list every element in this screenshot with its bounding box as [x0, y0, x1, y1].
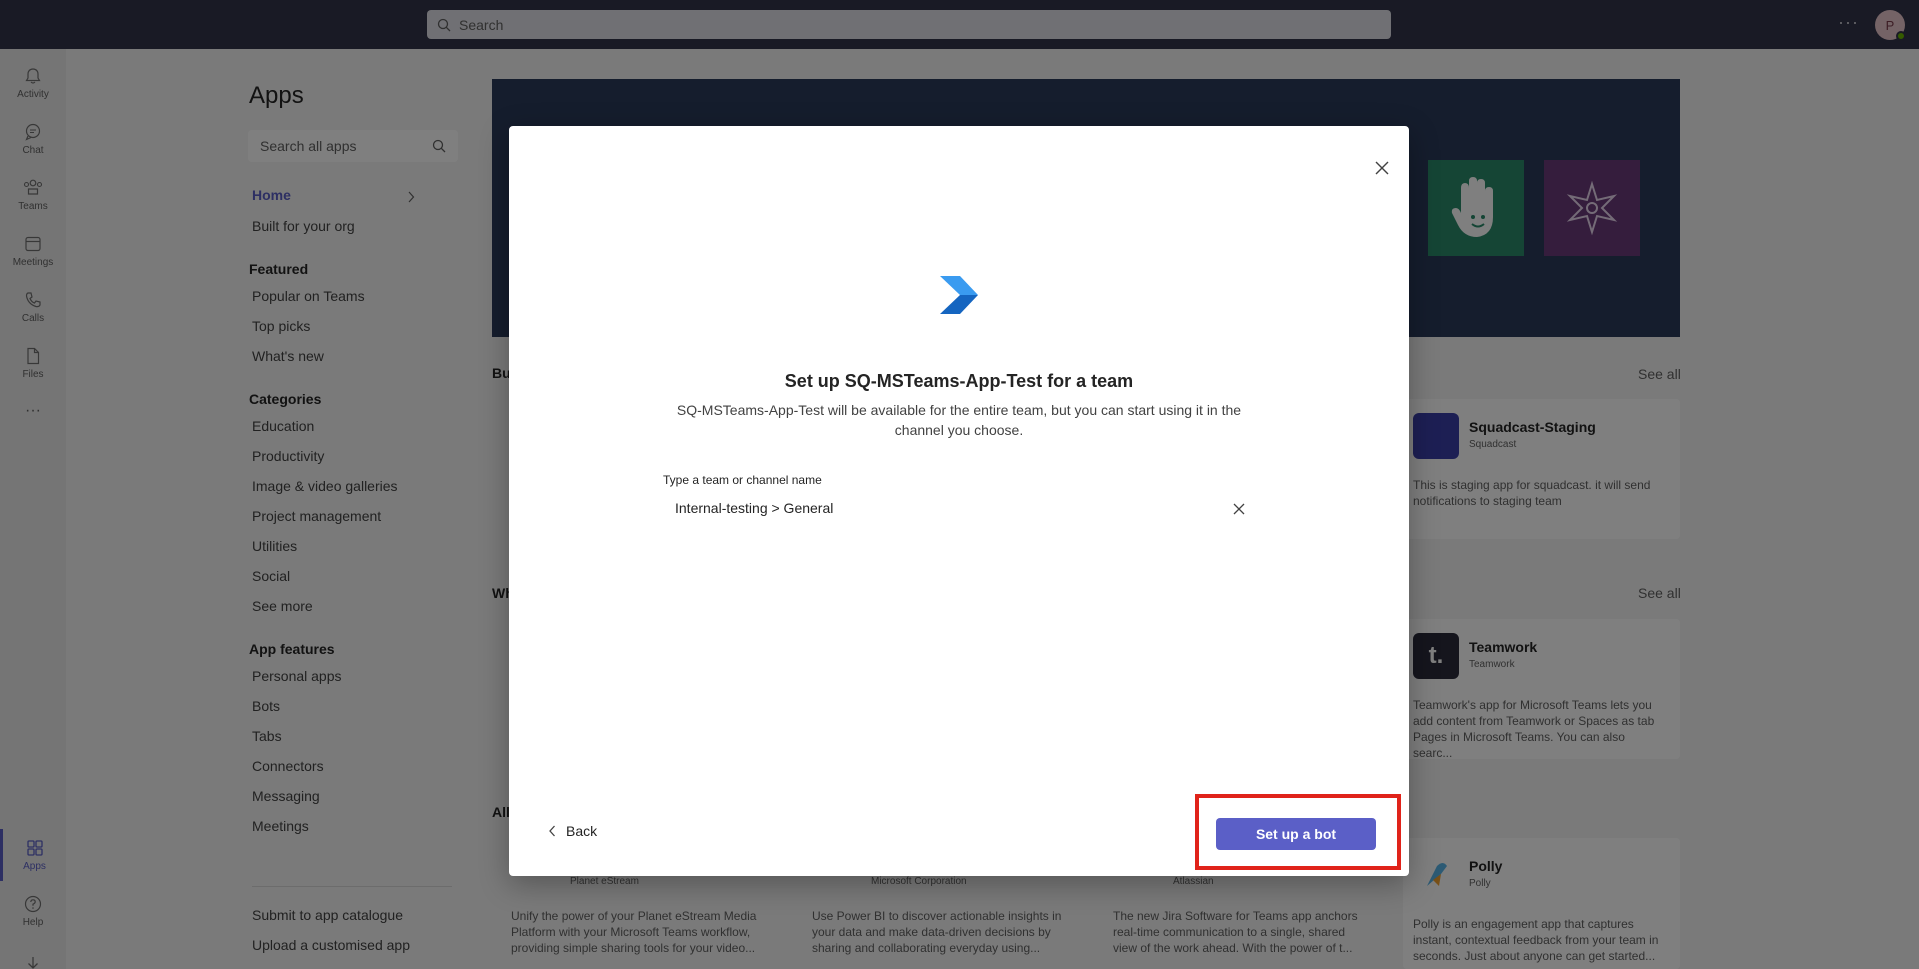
setup-dialog: Set up SQ-MSTeams-App-Test for a team SQ… [509, 126, 1409, 876]
dialog-description: SQ-MSTeams-App-Test will be available fo… [676, 402, 1242, 438]
team-channel-value: Internal-testing > General [675, 500, 834, 516]
app-logo-icon [938, 274, 980, 321]
close-button[interactable] [1369, 155, 1395, 181]
chevron-left-icon [549, 825, 555, 837]
dialog-title: Set up SQ-MSTeams-App-Test for a team [784, 371, 1134, 391]
team-channel-input[interactable]: Internal-testing > General [663, 492, 1258, 524]
highlight-box [1195, 794, 1401, 870]
back-label: Back [566, 823, 598, 839]
back-button[interactable]: Back [548, 823, 597, 839]
close-icon [1233, 503, 1245, 515]
team-field-label: Type a team or channel name [663, 473, 822, 487]
clear-field-button[interactable] [1229, 499, 1249, 519]
close-icon [1375, 161, 1389, 175]
